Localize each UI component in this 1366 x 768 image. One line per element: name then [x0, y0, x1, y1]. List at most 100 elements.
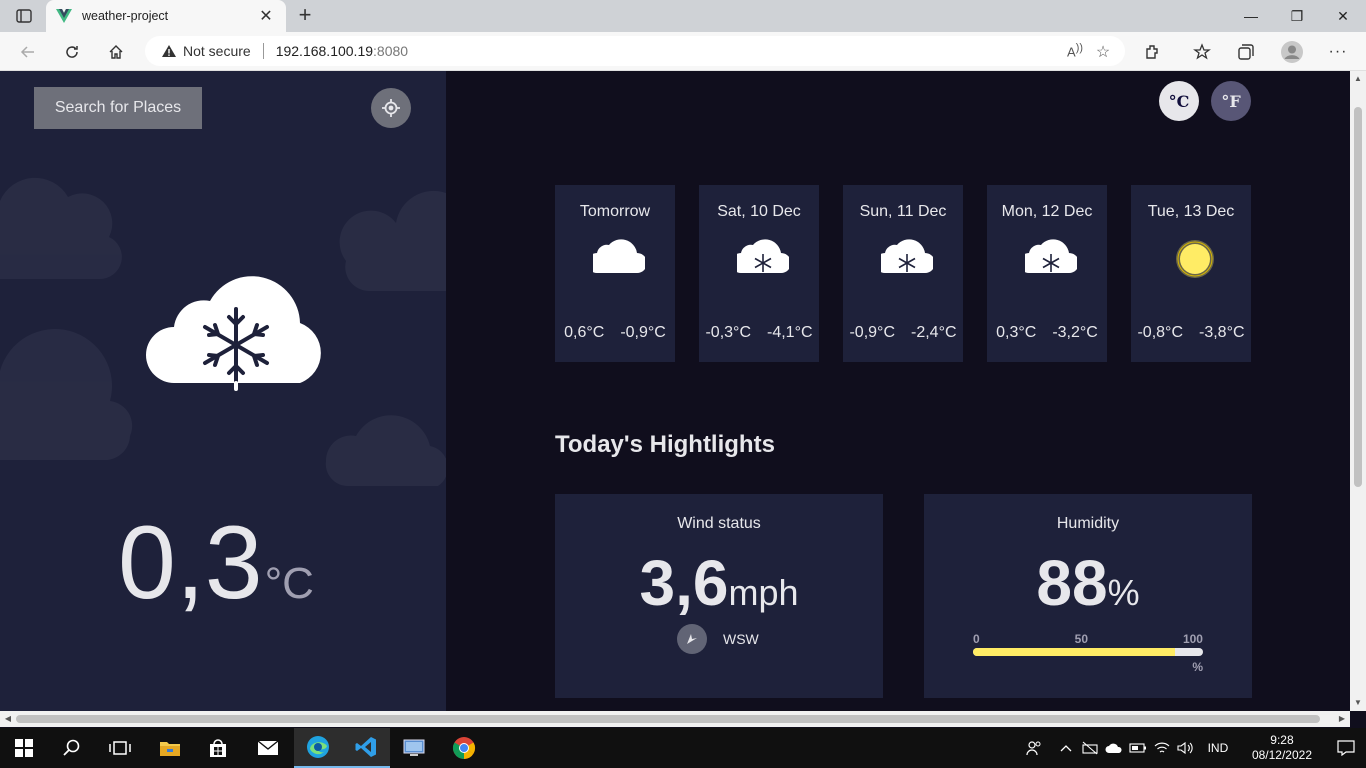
- forecast-card: Mon, 12 Dec 0,3°C -3,2°C: [987, 185, 1107, 362]
- profile-avatar[interactable]: [1277, 38, 1307, 66]
- temperature-unit: °C: [264, 559, 314, 608]
- forecast-day: Tue, 13 Dec: [1147, 203, 1235, 220]
- horizontal-scrollbar[interactable]: ◀ ▶: [0, 711, 1350, 727]
- vertical-scroll-thumb[interactable]: [1354, 107, 1362, 487]
- forecast-max: 0,6°C: [564, 324, 605, 341]
- people-icon[interactable]: [1014, 728, 1054, 768]
- chrome-icon[interactable]: [440, 728, 488, 768]
- forecast-day: Sun, 11 Dec: [859, 203, 947, 220]
- read-aloud-icon[interactable]: A)): [1063, 42, 1087, 62]
- navigation-arrow-icon: [677, 624, 707, 654]
- my-location-button[interactable]: [371, 88, 411, 128]
- browser-tab-bar: weather-project ✕ + — ❐ ✕: [0, 0, 1366, 32]
- humidity-scale-unit: %: [1192, 660, 1203, 674]
- search-places-button[interactable]: Search for Places: [34, 87, 202, 129]
- forecast-max: -0,9°C: [849, 324, 895, 341]
- humidity-value: 88: [1036, 547, 1108, 619]
- humidity-card: Humidity 88% 0 50 100 %: [924, 494, 1252, 698]
- wind-status-card: Wind status 3,6mph WSW: [555, 494, 883, 698]
- humidity-progress-bar: [973, 648, 1203, 656]
- forecast-min: -0,9°C: [620, 324, 666, 341]
- snow-cloud-icon: [881, 239, 933, 273]
- microsoft-store-icon[interactable]: [194, 728, 242, 768]
- mail-icon[interactable]: [244, 728, 292, 768]
- forecast-max: 0,3°C: [996, 324, 1037, 341]
- back-button[interactable]: [14, 38, 42, 66]
- temperature-value: 0,3: [118, 505, 263, 621]
- input-language[interactable]: IND: [1198, 728, 1238, 768]
- collections-icon[interactable]: [1231, 38, 1261, 66]
- forecast-min: -2,4°C: [911, 324, 957, 341]
- tab-close-icon[interactable]: ✕: [256, 6, 276, 26]
- vertical-scrollbar[interactable]: ▲ ▼: [1350, 71, 1366, 711]
- humidity-scale-min: 0: [973, 632, 980, 646]
- warning-icon: [162, 45, 176, 57]
- wind-direction: WSW: [723, 631, 759, 647]
- more-options-icon[interactable]: ···: [1323, 38, 1353, 66]
- remote-desktop-icon[interactable]: [390, 728, 438, 768]
- horizontal-scroll-thumb[interactable]: [16, 715, 1320, 723]
- sun-icon: [1176, 240, 1214, 278]
- notifications-icon[interactable]: [1326, 728, 1366, 768]
- network-disconnected-icon[interactable]: [1078, 728, 1102, 768]
- weather-sidebar: Search for Places 0,3 °C: [0, 71, 446, 711]
- forecast-day: Tomorrow: [579, 203, 651, 220]
- scroll-left-arrow-icon[interactable]: ◀: [0, 711, 16, 727]
- file-explorer-icon[interactable]: [146, 728, 194, 768]
- snow-cloud-icon: [737, 239, 789, 273]
- forecast-min: -3,8°C: [1199, 324, 1245, 341]
- onedrive-icon[interactable]: [1102, 728, 1126, 768]
- scroll-down-arrow-icon[interactable]: ▼: [1350, 695, 1366, 711]
- forecast-min: -4,1°C: [767, 324, 813, 341]
- forecast-card: Sat, 10 Dec -0,3°C -4,1°C: [699, 185, 819, 362]
- wifi-icon[interactable]: [1150, 728, 1174, 768]
- gps-icon: [382, 99, 400, 117]
- favorites-icon[interactable]: [1187, 38, 1217, 66]
- forecast-min: -3,2°C: [1052, 324, 1098, 341]
- new-tab-button[interactable]: +: [292, 4, 318, 28]
- show-hidden-icons-icon[interactable]: [1054, 728, 1078, 768]
- tab-actions-icon[interactable]: [10, 7, 38, 25]
- celsius-toggle[interactable]: °C: [1159, 81, 1199, 121]
- edge-browser-icon[interactable]: [294, 728, 342, 768]
- home-button[interactable]: [102, 38, 130, 66]
- extensions-icon[interactable]: [1138, 38, 1168, 66]
- humidity-scale-max: 100: [1182, 632, 1203, 646]
- cloud-icon: [593, 239, 645, 273]
- clock-date: 08/12/2022: [1251, 748, 1312, 762]
- browser-tab[interactable]: weather-project ✕: [46, 0, 286, 32]
- forecast-card: Tue, 13 Dec -0,8°C -3,8°C: [1131, 185, 1251, 362]
- wind-value: 3,6: [639, 547, 729, 619]
- battery-icon[interactable]: [1126, 728, 1150, 768]
- add-favorite-icon[interactable]: ☆: [1091, 42, 1115, 62]
- system-clock[interactable]: 9:28 08/12/2022: [1238, 733, 1326, 763]
- scroll-up-arrow-icon[interactable]: ▲: [1350, 71, 1366, 87]
- forecast-day: Mon, 12 Dec: [1001, 203, 1093, 220]
- fahrenheit-toggle[interactable]: °F: [1211, 81, 1251, 121]
- minimize-button[interactable]: —: [1228, 0, 1274, 32]
- humidity-label: Humidity: [1056, 515, 1120, 532]
- forecast-max: -0,3°C: [705, 324, 751, 341]
- forecast-card: Sun, 11 Dec -0,9°C -2,4°C: [843, 185, 963, 362]
- forecast-day: Sat, 10 Dec: [717, 203, 801, 220]
- vscode-icon[interactable]: [342, 728, 390, 768]
- wind-unit: mph: [728, 572, 799, 613]
- security-label[interactable]: Not secure: [183, 43, 251, 59]
- address-bar: Not secure 192.168.100.19:8080 A)) ☆ ···: [0, 32, 1366, 71]
- restore-button[interactable]: ❐: [1274, 0, 1320, 32]
- tab-title: weather-project: [82, 9, 169, 23]
- scroll-right-arrow-icon[interactable]: ▶: [1334, 711, 1350, 727]
- task-view-icon[interactable]: [96, 728, 144, 768]
- start-button[interactable]: [0, 728, 48, 768]
- vue-logo-icon: [56, 9, 72, 23]
- current-temperature: 0,3 °C: [118, 511, 314, 615]
- humidity-unit: %: [1107, 572, 1140, 613]
- highlights-title: Today's Hightlights: [555, 431, 775, 458]
- search-icon[interactable]: [48, 728, 96, 768]
- snow-cloud-icon: [1025, 239, 1077, 273]
- forecast-max: -0,8°C: [1137, 324, 1183, 341]
- close-window-button[interactable]: ✕: [1320, 0, 1366, 32]
- url-field[interactable]: Not secure 192.168.100.19:8080 A)) ☆: [145, 36, 1125, 66]
- refresh-button[interactable]: [58, 38, 86, 66]
- volume-icon[interactable]: [1174, 728, 1198, 768]
